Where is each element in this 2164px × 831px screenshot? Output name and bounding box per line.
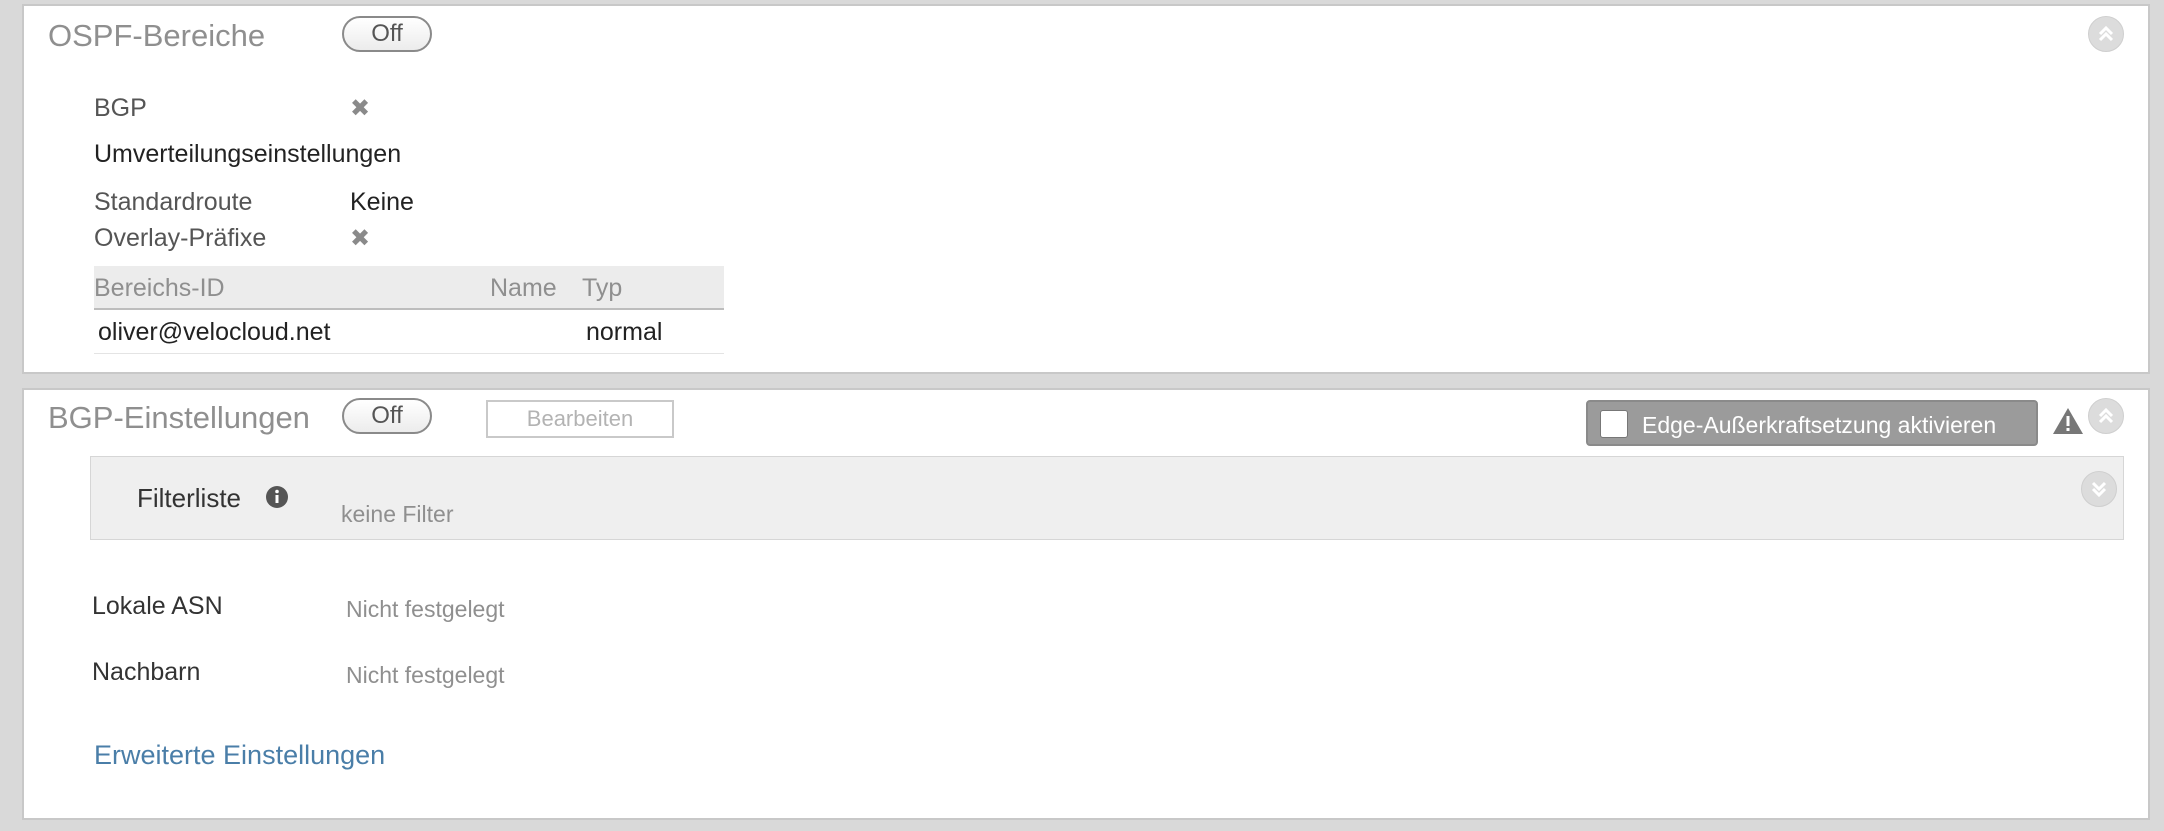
- ospf-panel-title: OSPF-Bereiche: [48, 18, 266, 53]
- column-header-type: Typ: [582, 274, 623, 302]
- collapse-up-icon[interactable]: [2088, 16, 2124, 52]
- ospf-areas-panel: OSPF-Bereiche Off BGP ✖ Umverteilungsein…: [22, 4, 2150, 374]
- column-header-area-id: Bereichs-ID: [94, 274, 225, 302]
- filter-list-value: keine Filter: [341, 501, 454, 527]
- bgp-settings-panel: BGP-Einstellungen Off Bearbeiten Edge-Au…: [22, 388, 2150, 820]
- redistribution-heading: Umverteilungseinstellungen: [94, 140, 402, 168]
- double-chevron-up-icon: [2098, 25, 2114, 42]
- edge-override-label: Edge-Außerkraftsetzung aktivieren: [1642, 412, 1997, 438]
- filter-list-label: Filterliste: [137, 483, 242, 513]
- double-chevron-down-icon: [2091, 481, 2107, 498]
- double-chevron-up-icon: [2098, 407, 2114, 424]
- default-route-label: Standardroute: [94, 188, 253, 216]
- filter-list-section: Filterliste keine Filter: [90, 456, 2124, 540]
- column-header-name: Name: [490, 274, 557, 302]
- info-icon[interactable]: [265, 485, 289, 509]
- cell-type: normal: [586, 318, 663, 346]
- expand-down-icon[interactable]: [2081, 471, 2117, 507]
- disabled-x-icon: ✖: [350, 225, 371, 252]
- neighbors-value: Nicht festgelegt: [346, 662, 505, 688]
- advanced-settings-link[interactable]: Erweiterte Einstellungen: [94, 740, 385, 771]
- warning-icon: [2053, 408, 2083, 434]
- collapse-up-icon[interactable]: [2088, 398, 2124, 434]
- bgp-toggle[interactable]: Off: [342, 398, 432, 434]
- edge-override-toggle[interactable]: Edge-Außerkraftsetzung aktivieren: [1586, 400, 2038, 446]
- default-route-value: Keine: [350, 188, 414, 216]
- local-asn-label: Lokale ASN: [92, 592, 223, 620]
- bgp-panel-title: BGP-Einstellungen: [48, 400, 310, 435]
- cell-area-id: oliver@velocloud.net: [98, 318, 331, 346]
- edit-button[interactable]: Bearbeiten: [486, 400, 674, 438]
- disabled-x-icon: ✖: [350, 95, 371, 122]
- neighbors-label: Nachbarn: [92, 658, 201, 686]
- overlay-prefixes-label: Overlay-Präfixe: [94, 224, 267, 252]
- local-asn-value: Nicht festgelegt: [346, 596, 505, 622]
- table-header: Bereichs-ID Name Typ: [94, 266, 724, 310]
- ospf-areas-table: Bereichs-ID Name Typ oliver@velocloud.ne…: [94, 266, 724, 354]
- bgp-label: BGP: [94, 94, 147, 122]
- ospf-toggle[interactable]: Off: [342, 16, 432, 52]
- table-row[interactable]: oliver@velocloud.net normal: [94, 310, 724, 354]
- edge-override-checkbox[interactable]: [1600, 410, 1628, 438]
